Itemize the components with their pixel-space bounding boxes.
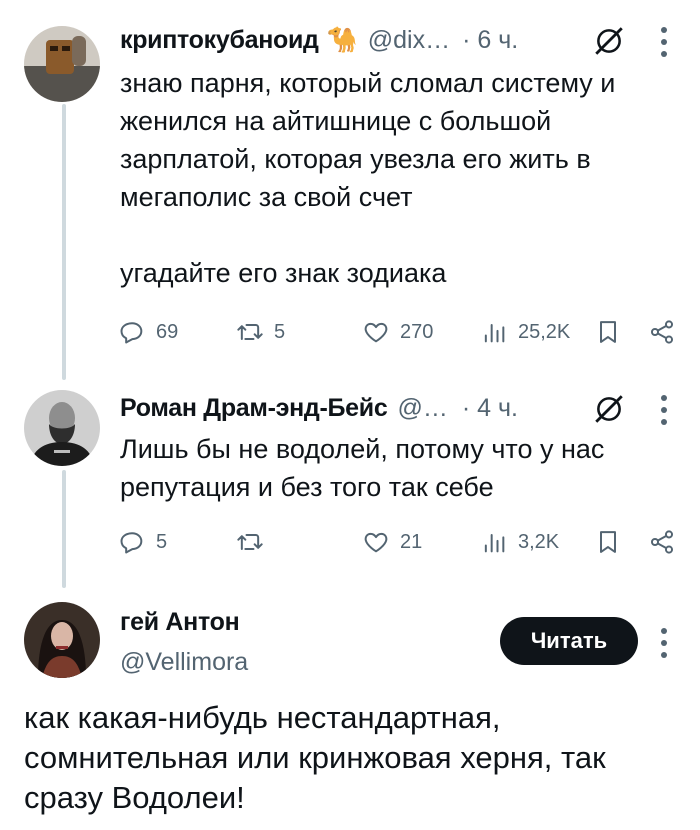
reply-button[interactable]: 69 — [118, 312, 178, 352]
views-button[interactable]: 3,2K — [480, 522, 559, 562]
tweet-text: как какая-нибудь нестандартная, сомнител… — [24, 700, 606, 815]
follow-button[interactable]: Читать — [500, 617, 638, 665]
share-button[interactable] — [648, 312, 676, 352]
views-count: 25,2K — [518, 320, 571, 343]
more-icon[interactable] — [658, 392, 670, 428]
reply-count: 69 — [156, 320, 179, 343]
user-name[interactable]: Роман Драм-энд-Бейс — [120, 394, 388, 423]
retweet-button[interactable] — [236, 522, 274, 562]
user-handle[interactable]: @dix… — [368, 26, 450, 55]
views-button[interactable]: 25,2K — [480, 312, 570, 352]
share-button[interactable] — [648, 522, 676, 562]
bookmark-button[interactable] — [594, 522, 622, 562]
bookmark-icon — [594, 528, 622, 556]
share-icon — [648, 318, 676, 346]
like-icon — [362, 318, 390, 346]
more-icon[interactable] — [658, 625, 670, 661]
timestamp[interactable]: · 6 ч. — [462, 26, 518, 55]
tweet-actions: 5 21 3,2K — [118, 522, 684, 562]
tweet-text: Лишь бы не водолей, потому что у нас реп… — [120, 434, 605, 502]
tweet-header: криптокубаноид 🐪 @dix… · 6 ч. — [120, 20, 518, 60]
tweet-actions: 69 5 270 25,2K — [118, 312, 684, 352]
reply-button[interactable]: 5 — [118, 522, 167, 562]
tweet-text: знаю парня, который сломал систему и жен… — [120, 68, 616, 288]
retweet-count: 5 — [274, 320, 286, 343]
user-handle[interactable]: @Vellimora — [120, 648, 248, 677]
like-icon — [362, 528, 390, 556]
retweet-icon — [236, 318, 264, 346]
retweet-icon — [236, 528, 264, 556]
tweet-header: гей Антон — [120, 602, 240, 642]
user-name[interactable]: криптокубаноид — [120, 26, 319, 55]
views-icon — [480, 318, 508, 346]
avatar[interactable] — [24, 26, 100, 102]
camel-emoji: 🐪 — [326, 25, 358, 54]
tweet-header: Роман Драм-энд-Бейс @… · 4 ч. — [120, 388, 518, 428]
user-name[interactable]: гей Антон — [120, 608, 240, 637]
timestamp[interactable]: · 4 ч. — [462, 394, 518, 423]
like-count: 21 — [400, 530, 423, 553]
reply-icon — [118, 528, 146, 556]
handle-row: @Vellimora — [120, 642, 248, 682]
retweet-button[interactable]: 5 — [236, 312, 285, 352]
views-icon — [480, 528, 508, 556]
grok-icon[interactable] — [592, 392, 626, 426]
reply-icon — [118, 318, 146, 346]
like-button[interactable]: 21 — [362, 522, 422, 562]
like-count: 270 — [400, 320, 434, 343]
bookmark-icon — [594, 318, 622, 346]
avatar[interactable] — [24, 390, 100, 466]
more-icon[interactable] — [658, 24, 670, 60]
views-count: 3,2K — [518, 530, 560, 553]
avatar[interactable] — [24, 602, 100, 678]
reply-count: 5 — [156, 530, 168, 553]
thread-line — [62, 470, 66, 588]
like-button[interactable]: 270 — [362, 312, 433, 352]
share-icon — [648, 528, 676, 556]
grok-icon[interactable] — [592, 24, 626, 58]
user-handle[interactable]: @… — [397, 394, 447, 423]
bookmark-button[interactable] — [594, 312, 622, 352]
thread-line — [62, 104, 66, 380]
